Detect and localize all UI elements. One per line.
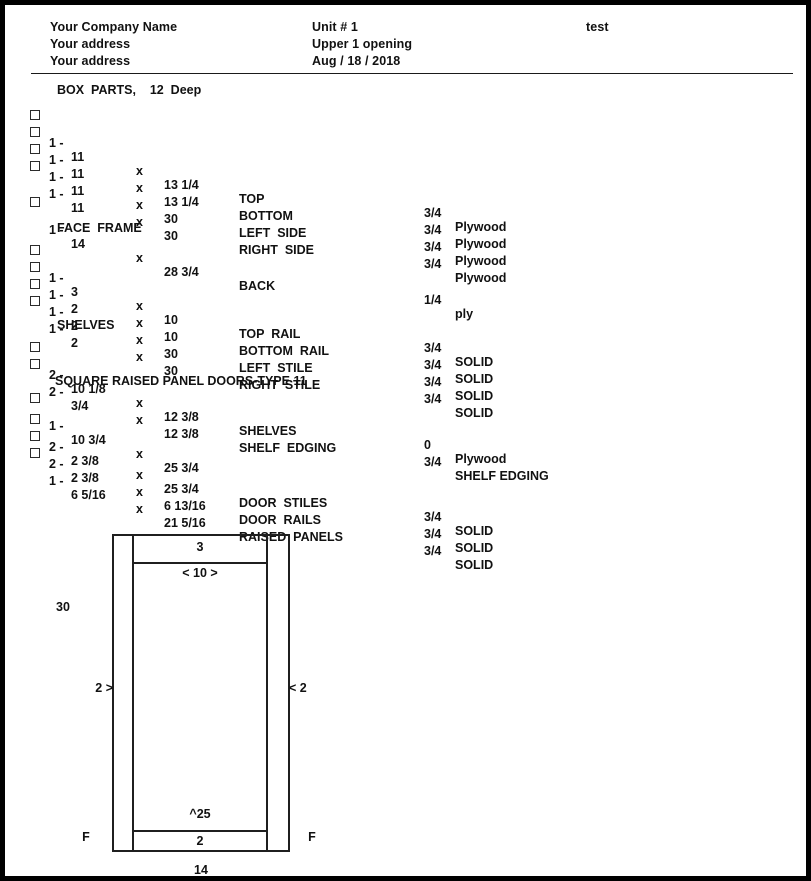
row-material: SOLID bbox=[455, 372, 494, 386]
table-row: 1 - 14 x 28 3/4 BACK 1/4 ply bbox=[5, 195, 806, 321]
company-name: Your Company Name bbox=[50, 20, 178, 34]
row-checkbox[interactable] bbox=[30, 161, 40, 171]
row-dim2: 21 5/16 bbox=[164, 516, 206, 530]
row-checkbox[interactable] bbox=[30, 448, 40, 458]
row-checkbox[interactable] bbox=[30, 110, 40, 120]
diagram-opening-height-label: ^25 bbox=[189, 807, 211, 821]
row-checkbox[interactable] bbox=[30, 144, 40, 154]
company-address-line1: Your address bbox=[50, 37, 131, 51]
section-heading-face-frame: FACE FRAME bbox=[57, 221, 142, 235]
table-row: 2 - 2 3/8 x 6 13/16 DOOR RAILS 3/4 SOLID bbox=[5, 429, 806, 555]
diagram-inner-width-label: < 10 > bbox=[182, 566, 218, 580]
row-thickness: 3/4 bbox=[424, 375, 442, 389]
row-thickness: 3/4 bbox=[424, 527, 442, 541]
row-x-sep: x bbox=[136, 316, 143, 330]
table-row: 1 - 11 x 30 LEFT SIDE 3/4 Plywood bbox=[5, 142, 806, 268]
row-checkbox[interactable] bbox=[30, 279, 40, 289]
table-row: 1 - 2 x 10 BOTTOM RAIL 3/4 SOLID bbox=[5, 260, 806, 386]
diagram-overall-width-label: 14 bbox=[194, 863, 208, 876]
table-row: 1 - 2 x 30 RIGHT STILE 3/4 SOLID bbox=[5, 294, 806, 420]
row-x-sep: x bbox=[136, 468, 143, 482]
row-thickness: 3/4 bbox=[424, 223, 442, 237]
diagram-right-finish-label: F bbox=[308, 830, 316, 844]
section-heading-shelves: SHELVES bbox=[57, 318, 115, 332]
row-x-sep: x bbox=[136, 181, 143, 195]
section-heading-box-parts: BOX PARTS, 12 Deep bbox=[57, 83, 202, 97]
row-dim1: 2 3/8 bbox=[71, 471, 99, 485]
table-row: 2 - 2 3/8 x 25 3/4 DOOR STILES 3/4 SOLID bbox=[5, 412, 806, 538]
cabinet-outline bbox=[112, 534, 290, 852]
row-checkbox[interactable] bbox=[30, 393, 40, 403]
table-row: 2 - 10 1/8 x 12 3/8 SHELVES 0 Plywood bbox=[5, 340, 806, 466]
row-material: SOLID bbox=[455, 541, 494, 555]
row-part-name: TOP RAIL bbox=[239, 327, 301, 341]
row-x-sep: x bbox=[136, 502, 143, 516]
opening-name: Upper 1 opening bbox=[312, 37, 413, 51]
diagram-left-finish-label: F bbox=[82, 830, 90, 844]
row-dim2: 30 bbox=[164, 212, 178, 226]
row-dim2: 25 3/4 bbox=[164, 461, 199, 475]
row-dim2: 25 3/4 bbox=[164, 482, 199, 496]
table-row: 2 - 3/4 x 12 3/8 SHELF EDGING 3/4 SHELF … bbox=[5, 357, 806, 483]
table-row: 1 - 11 x 30 RIGHT SIDE 3/4 Plywood bbox=[5, 159, 806, 285]
row-part-name: DOOR RAILS bbox=[239, 513, 321, 527]
row-checkbox[interactable] bbox=[30, 127, 40, 137]
row-checkbox[interactable] bbox=[30, 296, 40, 306]
table-row: 1 - 11 x 13 1/4 TOP 3/4 Plywood bbox=[5, 108, 806, 234]
header-divider bbox=[31, 73, 793, 74]
cutlist-page: Your Company Name Your address Your addr… bbox=[0, 0, 811, 881]
row-dim1: 6 5/16 bbox=[71, 488, 106, 502]
row-checkbox[interactable] bbox=[30, 359, 40, 369]
row-part-name: DOOR STILES bbox=[239, 496, 328, 510]
row-material: Plywood bbox=[455, 220, 507, 234]
job-date: Aug / 18 / 2018 bbox=[312, 54, 401, 68]
row-dim2: 30 bbox=[164, 229, 178, 243]
diagram-height-label: 30 bbox=[56, 600, 70, 614]
row-checkbox[interactable] bbox=[30, 197, 40, 207]
row-dim2: 10 bbox=[164, 313, 178, 327]
diagram-top-rail-label: 3 bbox=[196, 540, 204, 554]
table-row: 1 - 11 x 13 1/4 BOTTOM 3/4 Plywood bbox=[5, 125, 806, 251]
table-row: 1 - 2 x 30 LEFT STILE 3/4 SOLID bbox=[5, 277, 806, 403]
table-row: 1 - 3 x 10 TOP RAIL 3/4 SOLID bbox=[5, 243, 806, 369]
row-checkbox[interactable] bbox=[30, 262, 40, 272]
row-material: SOLID bbox=[455, 524, 494, 538]
unit-number: Unit # 1 bbox=[312, 20, 358, 34]
row-thickness: 3/4 bbox=[424, 510, 442, 524]
row-dim2: 13 1/4 bbox=[164, 178, 199, 192]
diagram-left-stile-label: 2 > bbox=[95, 681, 113, 695]
row-part-name: BOTTOM bbox=[239, 209, 293, 223]
row-checkbox[interactable] bbox=[30, 342, 40, 352]
row-thickness: 3/4 bbox=[424, 544, 442, 558]
row-material: SOLID bbox=[455, 558, 494, 572]
row-part-name: LEFT SIDE bbox=[239, 226, 307, 240]
row-checkbox[interactable] bbox=[30, 431, 40, 441]
diagram-bottom-rail-label: 2 bbox=[196, 834, 204, 848]
table-row: 1 - 6 5/16 x 21 5/16 RAISED PANELS 3/4 S… bbox=[5, 446, 806, 572]
job-label: test bbox=[586, 20, 609, 34]
row-x-sep: x bbox=[136, 485, 143, 499]
table-row: 1 - 10 3/4 x 25 3/4 bbox=[5, 391, 806, 475]
section-heading-doors: SQUARE RAISED PANEL DOORS-TYPE 11 bbox=[55, 374, 307, 388]
row-material: SHELF EDGING bbox=[455, 469, 549, 483]
row-qty: 1 - bbox=[49, 474, 64, 488]
printed-sheet: Your Company Name Your address Your addr… bbox=[5, 5, 806, 876]
row-checkbox[interactable] bbox=[30, 414, 40, 424]
diagram-right-stile-label: < 2 bbox=[289, 681, 307, 695]
company-address-line2: Your address bbox=[50, 54, 131, 68]
row-checkbox[interactable] bbox=[30, 245, 40, 255]
row-dim2: 6 13/16 bbox=[164, 499, 206, 513]
